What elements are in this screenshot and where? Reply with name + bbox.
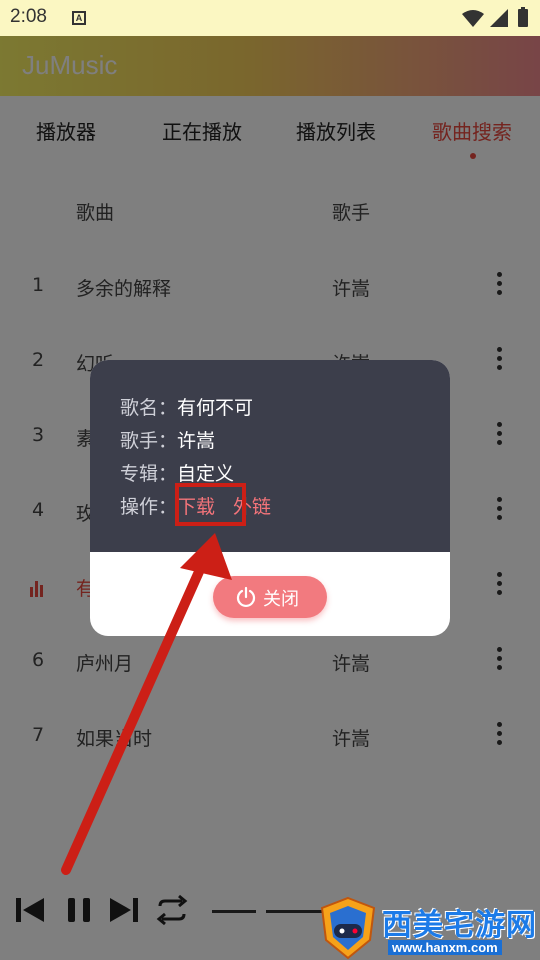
song-info-dialog: 歌名：有何不可 歌手：许嵩 专辑：自定义 操作：下载 外链 关闭: [90, 360, 450, 636]
wifi-icon: [462, 10, 484, 27]
status-bar: 2:08 A: [0, 0, 540, 36]
artist-label: 歌手：: [120, 430, 178, 452]
annotation-highlight-box: [175, 483, 246, 526]
gamepad-shield-icon: [320, 896, 376, 960]
watermark-text: 西美宅游网: [382, 908, 537, 943]
dialog-info-panel: 歌名：有何不可 歌手：许嵩 专辑：自定义 操作：下载 外链: [90, 360, 450, 552]
watermark-url: www.hanxm.com: [388, 940, 502, 955]
song-name-value: 有何不可: [177, 397, 254, 419]
album-label: 专辑：: [120, 463, 178, 485]
notification-icon: A: [72, 11, 86, 25]
album-value: 自定义: [177, 463, 235, 485]
close-button[interactable]: 关闭: [213, 576, 327, 618]
power-icon: [236, 586, 256, 608]
close-button-label: 关闭: [263, 589, 299, 610]
album-line: 专辑：自定义: [120, 459, 234, 486]
artist-line: 歌手：许嵩: [120, 426, 215, 453]
battery-icon: [518, 7, 528, 27]
status-time: 2:08: [10, 6, 47, 27]
artist-value: 许嵩: [177, 430, 216, 452]
action-label: 操作：: [120, 496, 178, 518]
site-watermark: 西美宅游网 www.hanxm.com: [318, 896, 540, 960]
signal-icon: [490, 9, 508, 27]
song-name-line: 歌名：有何不可: [120, 393, 253, 420]
song-name-label: 歌名：: [120, 397, 178, 419]
